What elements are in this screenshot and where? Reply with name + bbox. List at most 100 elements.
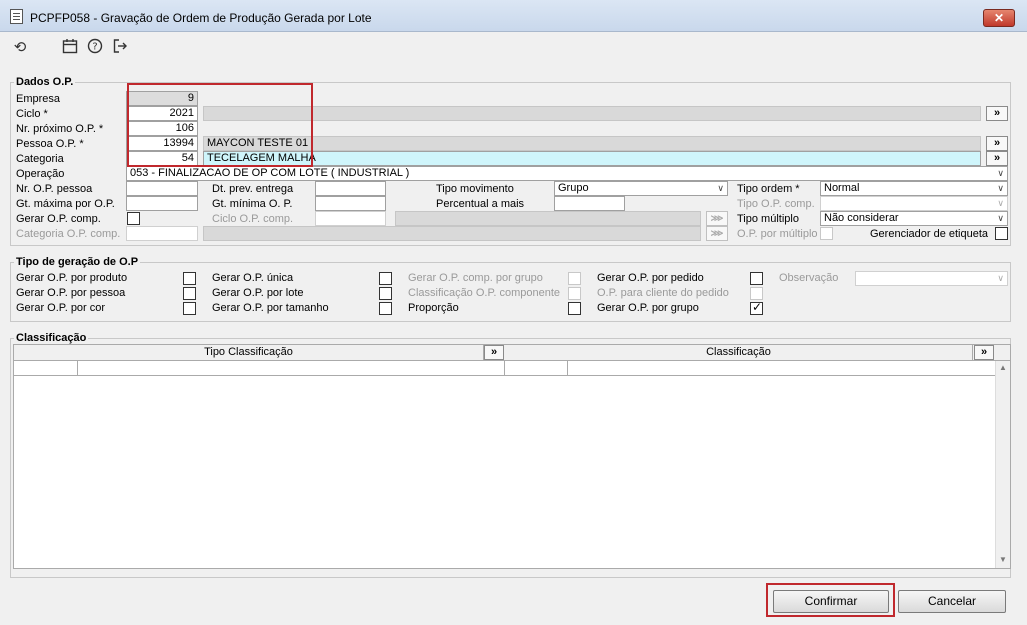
proporcao-label: Proporção (408, 302, 459, 314)
operacao-select[interactable]: 053 - FINALIZACAO DE OP COM LOTE ( INDUS… (126, 166, 1008, 181)
col-header-classificacao: Classificação (505, 345, 973, 361)
scroll-up-icon[interactable]: ▲ (999, 363, 1007, 372)
gerenciador-label: Gerenciador de etiqueta (870, 228, 989, 240)
gerar-por-pessoa-label: Gerar O.P. por pessoa (16, 287, 126, 299)
dt-prev-label: Dt. prev. entrega (212, 183, 294, 195)
gerar-unica-label: Gerar O.P. única (212, 272, 294, 284)
document-icon (10, 9, 23, 24)
observacao-select: ∨ (855, 271, 1008, 286)
dt-prev-field[interactable] (315, 181, 386, 196)
ciclo-op-comp-label: Ciclo O.P. comp. (212, 213, 294, 225)
scroll-down-icon[interactable]: ▼ (999, 555, 1007, 564)
exit-icon[interactable] (110, 38, 130, 58)
categoria-name-field[interactable]: TECELAGEM MALHA (203, 151, 981, 166)
proporcao-checkbox[interactable] (568, 302, 581, 315)
op-cliente-pedido-checkbox (750, 287, 763, 300)
ciclo-description-field (203, 106, 981, 121)
categoria-label: Categoria (16, 153, 64, 165)
gerar-por-produto-checkbox[interactable] (183, 272, 196, 285)
cancelar-button[interactable]: Cancelar (898, 590, 1006, 613)
tipo-multiplo-select[interactable]: Não considerar ∨ (820, 211, 1008, 226)
gerar-unica-checkbox[interactable] (379, 272, 392, 285)
gerar-op-comp-checkbox[interactable] (127, 212, 140, 225)
gt-minima-label: Gt. mínima O. P. (212, 198, 293, 210)
chevron-down-icon: ∨ (717, 183, 724, 193)
tipo-movimento-select[interactable]: Grupo ∨ (554, 181, 728, 196)
pessoa-name-field: MAYCON TESTE 01 (203, 136, 981, 151)
chevron-down-icon: ∨ (997, 183, 1004, 193)
classificacao-grid: Tipo Classificação » Classificação » ▲ ▼ (13, 344, 1011, 569)
ciclo-label: Ciclo * (16, 108, 48, 120)
refresh-icon[interactable]: ⟲ (10, 38, 30, 58)
gt-minima-field[interactable] (315, 196, 386, 211)
nr-op-pessoa-field[interactable] (126, 181, 198, 196)
highlight-box (127, 83, 313, 167)
empresa-label: Empresa (16, 93, 61, 105)
classificacao-componente-label: Classificação O.P. componente (408, 287, 561, 299)
tipo-ordem-value: Normal (824, 182, 860, 194)
gerar-por-pedido-label: Gerar O.P. por pedido (597, 272, 704, 284)
col-header-tipo: Tipo Classificação (14, 345, 484, 361)
op-por-multiplo-label: O.P. por múltiplo (737, 228, 818, 240)
gerar-por-lote-label: Gerar O.P. por lote (212, 287, 304, 299)
categoria-op-comp-desc-field (203, 226, 701, 241)
operacao-label: Operação (16, 168, 65, 180)
vertical-scrollbar[interactable]: ▲ ▼ (995, 361, 1010, 568)
grid-cell[interactable] (78, 361, 505, 376)
gerar-por-cor-label: Gerar O.P. por cor (16, 302, 106, 314)
gerenciador-checkbox[interactable] (995, 227, 1008, 240)
gerar-por-grupo-label: Gerar O.P. por grupo (597, 302, 699, 314)
grid-cell[interactable] (14, 361, 78, 376)
chevron-down-icon: ∨ (997, 213, 1004, 223)
gerar-por-grupo-checkbox[interactable]: ✓ (750, 300, 763, 315)
classificacao-componente-checkbox (568, 287, 581, 300)
close-button[interactable]: ✕ (983, 9, 1015, 27)
gerar-por-tamanho-checkbox[interactable] (379, 302, 392, 315)
chevron-down-icon: ∨ (997, 273, 1004, 283)
tipo-more-button[interactable]: » (484, 345, 504, 360)
gerar-por-produto-label: Gerar O.P. por produto (16, 272, 128, 284)
categoria-lookup-button[interactable]: » (986, 151, 1008, 166)
nr-proximo-label: Nr. próximo O.P. * (16, 123, 104, 135)
gerar-por-pessoa-checkbox[interactable] (183, 287, 196, 300)
gerar-op-comp-label: Gerar O.P. comp. (16, 213, 101, 225)
percentual-field[interactable] (554, 196, 625, 211)
tipo-op-comp-label: Tipo O.P. comp. (737, 198, 815, 210)
calendar-icon[interactable] (60, 38, 80, 58)
dados-op-title: Dados O.P. (14, 76, 76, 88)
pessoa-label: Pessoa O.P. * (16, 138, 84, 150)
gerar-por-cor-checkbox[interactable] (183, 302, 196, 315)
window-title: PCPFP058 - Gravação de Ordem de Produção… (30, 11, 372, 25)
svg-text:?: ? (92, 42, 97, 53)
tipo-op-comp-select: ∨ (820, 196, 1008, 211)
gerar-por-tamanho-label: Gerar O.P. por tamanho (212, 302, 329, 314)
tipo-movimento-value: Grupo (558, 182, 589, 194)
gerar-comp-grupo-label: Gerar O.P. comp. por grupo (408, 272, 543, 284)
classificacao-more-button[interactable]: » (974, 345, 994, 360)
title-bar: PCPFP058 - Gravação de Ordem de Produção… (0, 0, 1027, 32)
chevron-down-icon: ∨ (997, 198, 1004, 208)
grid-cell[interactable] (505, 361, 568, 376)
nr-op-pessoa-label: Nr. O.P. pessoa (16, 183, 93, 195)
tipo-ordem-select[interactable]: Normal ∨ (820, 181, 1008, 196)
observacao-label: Observação (779, 272, 839, 284)
ciclo-lookup-button[interactable]: » (986, 106, 1008, 121)
confirmar-highlight (766, 583, 895, 617)
ciclo-op-comp-desc-field (395, 211, 701, 226)
help-icon[interactable]: ? (85, 38, 105, 58)
checkmark-icon: ✓ (752, 300, 763, 314)
gerar-por-lote-checkbox[interactable] (379, 287, 392, 300)
gerar-por-pedido-checkbox[interactable] (750, 272, 763, 285)
tipo-ordem-label: Tipo ordem * (737, 183, 800, 195)
categoria-op-comp-field (126, 226, 198, 241)
geracao-title: Tipo de geração de O.P (14, 256, 141, 268)
percentual-label: Percentual a mais (436, 198, 525, 210)
gt-maxima-field[interactable] (126, 196, 198, 211)
ciclo-op-comp-lookup-button: ⋙ (706, 211, 728, 226)
tipo-multiplo-value: Não considerar (824, 212, 899, 224)
op-cliente-pedido-label: O.P. para cliente do pedido (597, 287, 729, 299)
grid-cell[interactable] (568, 361, 995, 376)
categoria-op-comp-lookup-button: ⋙ (706, 226, 728, 241)
ciclo-op-comp-field (315, 211, 386, 226)
pessoa-lookup-button[interactable]: » (986, 136, 1008, 151)
